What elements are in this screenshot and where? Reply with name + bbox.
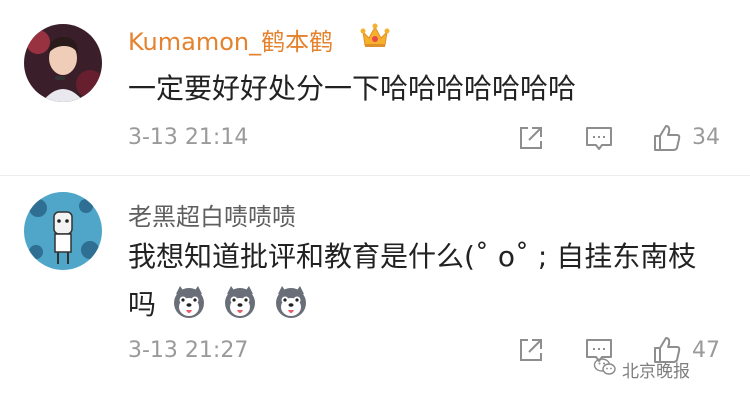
husky-emoji-icon [173,286,204,318]
watermark: 北京晚报 [622,362,690,382]
reply-icon[interactable] [583,122,615,154]
like-count: 34 [692,125,720,150]
share-icon[interactable] [515,122,547,154]
avatar-image [24,192,102,270]
share-icon[interactable] [515,334,547,366]
husky-emoji-icon [224,286,255,318]
avatar[interactable] [24,192,102,270]
username[interactable]: Kumamon_鹤本鹤 [128,22,333,57]
timestamp: 3-13 21:14 [128,125,249,150]
comment-text-tail: 吗 [128,288,157,321]
avatar[interactable] [24,24,102,102]
like-icon[interactable] [651,122,683,154]
username[interactable]: 老黑超白啧啧啧 [128,197,296,232]
crown-icon [360,23,390,47]
like-count: 47 [692,338,720,363]
wechat-icon [593,358,616,375]
comment-item: Kumamon_鹤本鹤 一定要好好处分一下哈哈哈哈哈哈哈 3-13 21:14 … [0,0,750,176]
husky-emoji-icon [275,286,306,318]
comment-text: 一定要好好处分一下哈哈哈哈哈哈哈 [128,72,577,105]
timestamp: 3-13 21:27 [128,338,249,363]
comment-text: 我想知道批评和教育是什么(˚ o˚ ; 自挂东南枝 [128,240,697,273]
comment-text-continued: 吗 [128,284,309,324]
avatar-image [24,24,102,102]
